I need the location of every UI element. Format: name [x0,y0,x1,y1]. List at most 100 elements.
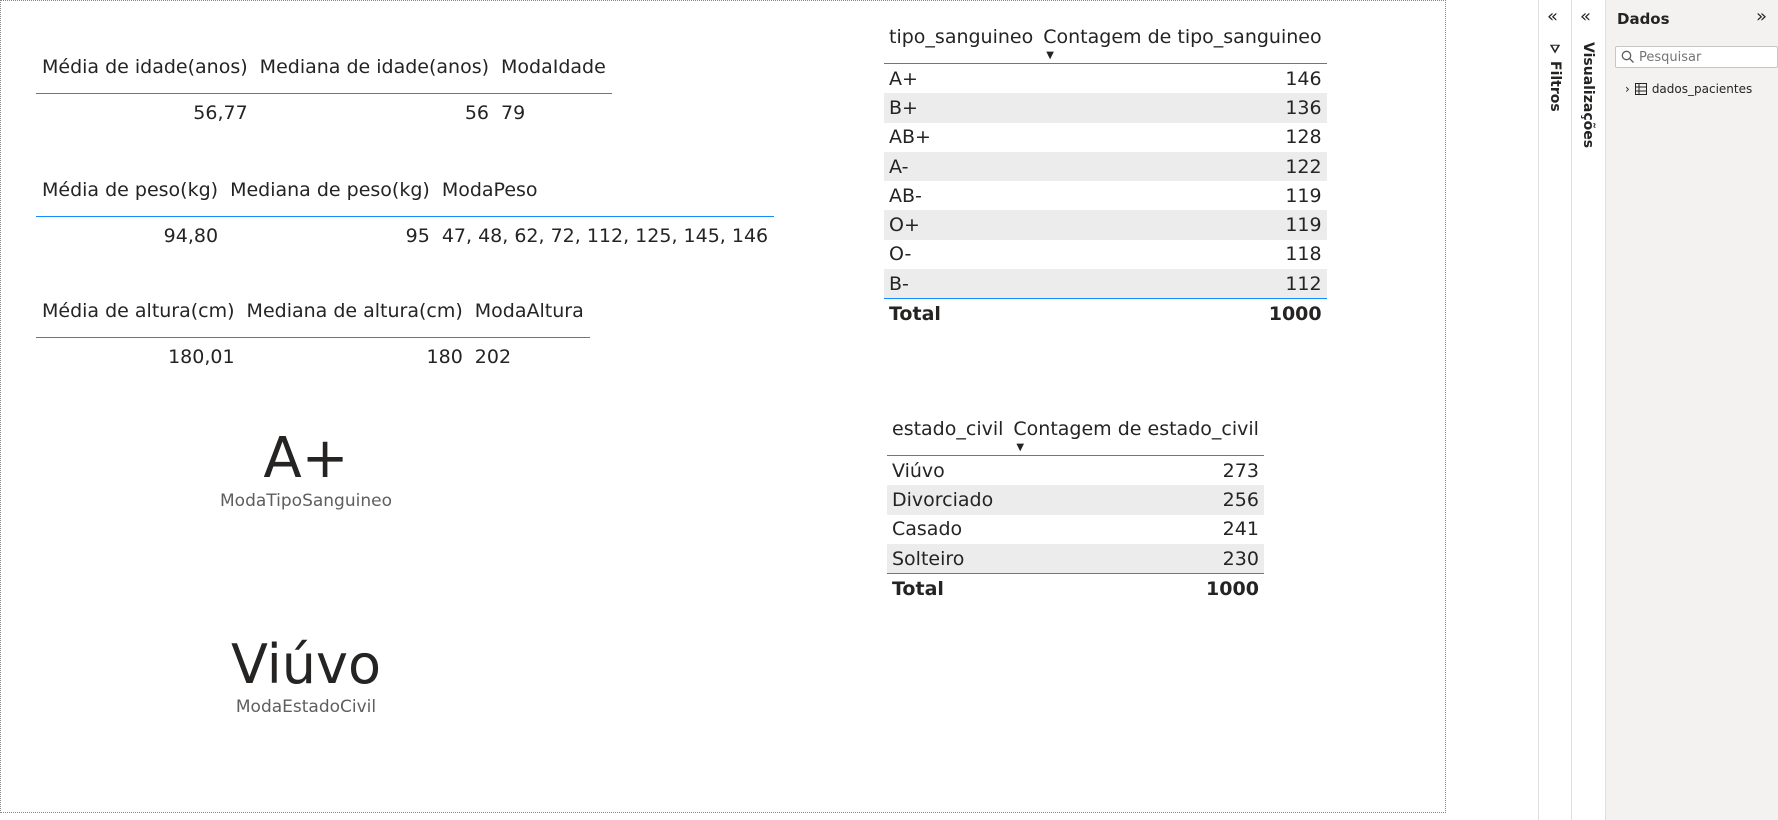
expand-visualizations-icon[interactable]: « [1580,8,1591,26]
card-label-estado: ModaEstadoCivil [235,697,377,717]
visualizations-pane-label[interactable]: Visualizações [1580,42,1596,148]
table-row[interactable]: Casado 241 [887,515,1264,544]
card-label-tipo: ModaTipoSanguineo [220,491,392,511]
row-label: A+ [889,67,918,90]
row-value: 119 [1285,184,1322,207]
canvas-margin [1447,0,1538,820]
idade-measures-table[interactable]: Média de idade(anos) Mediana de idade(an… [36,41,612,132]
header-media-idade[interactable]: Média de idade(anos) [36,41,254,94]
row-value: 230 [1008,543,1264,574]
row-label: Divorciado [887,485,1009,515]
peso-measures-table[interactable]: Média de peso(kg) Mediana de peso(kg) Mo… [36,164,775,255]
row-label: A- [884,151,1039,182]
row-label: AB+ [889,126,931,149]
table-row[interactable]: B- 112 [884,269,1327,299]
table-row[interactable]: B+ 136 [884,93,1327,123]
altura-measures-table[interactable]: Média de altura(cm) Mediana de altura(cm… [36,285,590,376]
header-media-altura[interactable]: Média de altura(cm) [36,285,241,338]
total-value: 1000 [1038,298,1327,330]
row-label: B+ [884,93,1039,123]
blood-type-table[interactable]: tipo_sanguineo Contagem de tipo_sanguine… [884,11,1327,330]
row-label: Solteiro [887,543,1009,574]
filter-funnel-icon: ⛛ [1549,42,1561,56]
report-canvas[interactable]: Média de idade(anos) Mediana de idade(an… [0,0,1446,813]
row-label: AB- [889,184,922,207]
data-pane: Dados » › dados_pacientes [1606,0,1778,820]
header-mediana-altura[interactable]: Mediana de altura(cm) [240,285,469,338]
filters-pane-label[interactable]: ⛛ Filtros [1547,42,1563,112]
row-value: 128 [1285,126,1322,149]
value-mediana-idade: 56 [464,102,490,124]
row-label: O- [889,243,912,266]
total-row: Total 1000 [884,298,1327,330]
total-row: Total 1000 [887,573,1264,605]
total-label: Total [884,298,1039,330]
search-input[interactable] [1635,49,1769,65]
value-moda-peso: 47, 48, 62, 72, 112, 125, 145, 146 [441,225,769,247]
header-moda-peso[interactable]: ModaPeso [435,164,775,217]
table-row[interactable]: Viúvo 273 [887,456,1264,486]
value-media-idade: 56,77 [193,102,248,124]
visualizations-label: Visualizações [1580,42,1596,149]
table-row[interactable]: Divorciado 256 [887,485,1264,515]
header-mediana-peso[interactable]: Mediana de peso(kg) [224,164,436,217]
total-value: 1000 [1008,573,1264,605]
visualizations-pane[interactable]: « Visualizações [1572,0,1606,820]
search-icon [1621,50,1634,63]
header-moda-altura[interactable]: ModaAltura [468,285,590,338]
data-search-box[interactable] [1615,46,1778,68]
table-row[interactable]: Solteiro 230 [887,543,1264,574]
row-label: B- [884,269,1039,299]
table-icon [1634,83,1647,95]
header-contagem-tipo[interactable]: Contagem de tipo_sanguineo ▼ [1038,11,1327,64]
table-name: dados_pacientes [1651,82,1753,96]
data-pane-title: Dados [1617,10,1670,28]
header-tipo-sanguineo[interactable]: tipo_sanguineo [884,11,1039,64]
value-moda-altura: 202 [474,346,512,368]
chevron-right-icon[interactable]: › [1625,82,1630,96]
table-row[interactable]: O+ 119 [884,210,1327,240]
sort-desc-icon[interactable]: ▼ [1016,443,1024,453]
header-moda-idade[interactable]: ModaIdade [495,41,612,94]
row-value: 146 [1285,67,1322,90]
moda-tipo-sanguineo-card[interactable]: A+ ModaTipoSanguineo [186,426,426,512]
card-value-tipo: A+ [263,426,349,491]
value-media-peso: 94,80 [163,225,219,247]
row-value: 112 [1038,269,1327,299]
row-label: O+ [884,210,1039,240]
table-row[interactable]: A+ 146 [884,64,1327,94]
row-value: 256 [1008,485,1264,515]
header-contagem-tipo-label: Contagem de tipo_sanguineo [1043,26,1322,48]
table-row[interactable]: AB- 119 [884,181,1327,210]
moda-estado-civil-card[interactable]: Viúvo ModaEstadoCivil [186,633,426,717]
table-tree-item[interactable]: › dados_pacientes [1625,82,1752,96]
value-mediana-altura: 180 [426,346,463,368]
filters-label: Filtros [1547,61,1563,112]
row-value: 122 [1038,151,1327,182]
row-value: 119 [1038,210,1327,240]
table-row[interactable]: O- 118 [884,240,1327,269]
header-estado-civil[interactable]: estado_civil [887,403,1009,456]
civil-state-table[interactable]: estado_civil Contagem de estado_civil ▼ … [887,403,1264,605]
table-row[interactable]: A- 122 [884,151,1327,182]
value-mediana-peso: 95 [405,225,430,247]
row-label: Viúvo [892,459,945,482]
expand-filters-icon[interactable]: « [1547,8,1558,26]
total-label: Total [887,573,1009,605]
filters-pane[interactable]: « ⛛ Filtros [1538,0,1572,820]
header-contagem-estado[interactable]: Contagem de estado_civil ▼ [1008,403,1264,456]
collapse-data-pane-icon[interactable]: » [1756,8,1767,26]
table-row[interactable]: AB+ 128 [884,123,1327,152]
header-mediana-idade[interactable]: Mediana de idade(anos) [253,41,496,94]
row-label: Casado [892,518,963,541]
row-value: 118 [1285,243,1322,266]
header-media-peso[interactable]: Média de peso(kg) [36,164,225,217]
sort-desc-icon[interactable]: ▼ [1046,51,1054,61]
card-value-estado: Viúvo [231,633,381,696]
header-contagem-estado-label: Contagem de estado_civil [1013,418,1259,440]
value-media-altura: 180,01 [168,346,235,368]
row-value: 241 [1222,518,1259,541]
row-value: 136 [1038,93,1327,123]
row-value: 273 [1222,459,1259,482]
value-moda-idade: 79 [501,102,526,124]
